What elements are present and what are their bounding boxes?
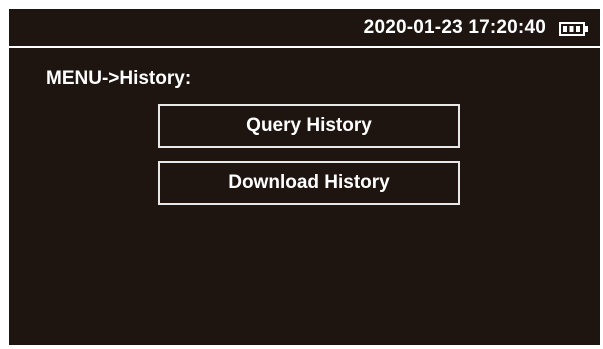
download-history-button[interactable]: Download History: [158, 161, 460, 205]
query-history-button[interactable]: Query History: [158, 104, 460, 148]
device-screen: 2020-01-23 17:20:40 MENU->History: Query…: [9, 9, 600, 345]
status-bar: 2020-01-23 17:20:40: [9, 9, 600, 46]
battery-bar-2: [569, 26, 574, 32]
battery-bar-3: [576, 26, 580, 32]
battery-bar-1: [563, 26, 567, 32]
breadcrumb: MENU->History:: [46, 68, 192, 89]
battery-icon: [559, 22, 588, 36]
status-divider: [9, 46, 600, 48]
datetime-display: 2020-01-23 17:20:40: [363, 17, 546, 38]
